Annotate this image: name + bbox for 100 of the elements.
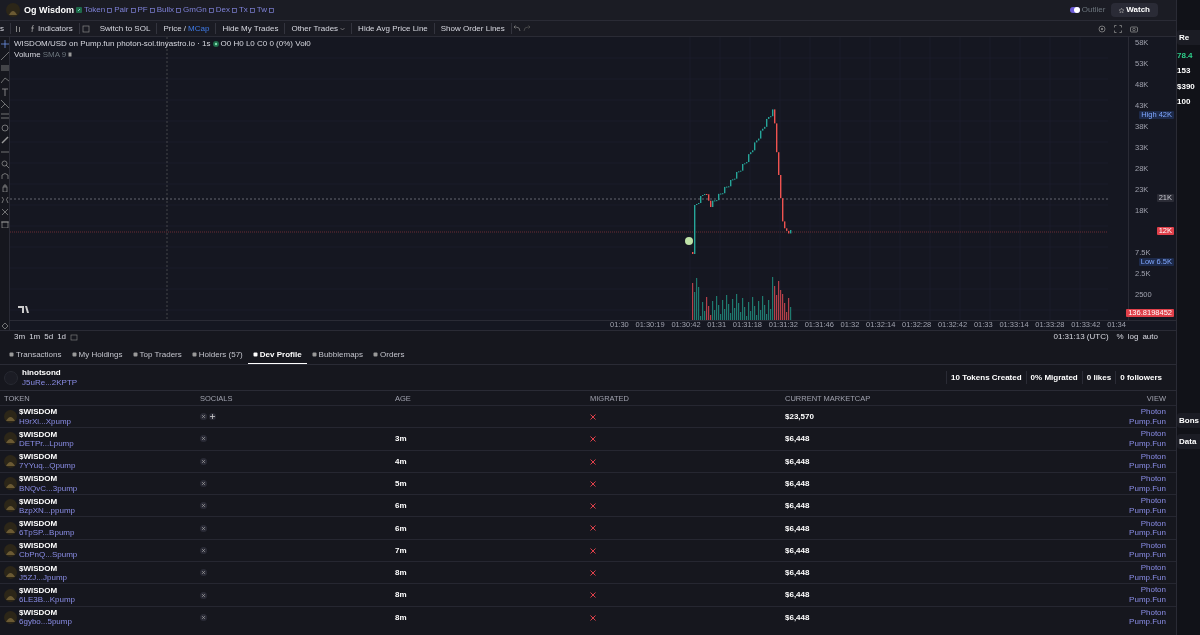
view-link[interactable]: Photon [1106, 585, 1166, 595]
toolbar-button[interactable]: Hide My Trades [216, 23, 286, 34]
tab[interactable]: Transactions [4, 345, 67, 364]
x-social-icon[interactable] [200, 546, 207, 554]
drawing-tool-icon[interactable] [0, 88, 9, 96]
scale-button[interactable]: % [1116, 331, 1124, 343]
camera-icon[interactable] [1130, 24, 1138, 33]
fullscreen-icon[interactable] [1114, 24, 1122, 33]
token-address[interactable]: BNQvC...3pump [19, 483, 78, 493]
view-link[interactable]: Pump.Fun [1106, 461, 1166, 471]
view-link[interactable]: Photon [1106, 451, 1166, 462]
token-address[interactable]: J5ZJ...Jpump [19, 572, 67, 582]
scale-button[interactable]: log [1127, 331, 1139, 343]
drawing-tool-icon[interactable] [0, 160, 9, 168]
toolbar-button[interactable]: Show Order Lines [434, 23, 512, 34]
token-address[interactable]: BzpXN...ppump [19, 505, 76, 515]
external-link[interactable]: Pair [114, 5, 136, 15]
view-link[interactable]: Photon [1106, 607, 1166, 618]
interval-button[interactable]: s [0, 23, 11, 34]
external-link-icon[interactable] [231, 7, 237, 13]
range-button[interactable]: 3m [14, 331, 26, 343]
watch-button[interactable]: Watch [1111, 3, 1158, 17]
external-link-icon[interactable] [269, 7, 274, 13]
view-link[interactable]: Pump.Fun [1106, 595, 1166, 605]
toolbar-button[interactable]: Switch to SOL [93, 23, 158, 34]
token-address[interactable]: 6gybo...5pump [19, 617, 72, 627]
drawing-tool-icon[interactable] [0, 76, 9, 84]
token-address[interactable]: H9rXi...Xpump [19, 416, 72, 426]
x-social-icon[interactable] [200, 569, 207, 577]
external-link-icon[interactable] [130, 7, 136, 13]
external-link[interactable]: Tw [256, 5, 274, 15]
caret-icon[interactable] [340, 26, 346, 31]
token-address[interactable]: 7YYuq...Qpump [19, 461, 76, 471]
x-social-icon[interactable] [200, 502, 207, 510]
external-link-icon[interactable] [176, 7, 182, 13]
view-link[interactable]: Pump.Fun [1106, 483, 1166, 494]
external-link-icon[interactable] [249, 7, 255, 13]
external-link[interactable]: PF [137, 5, 155, 15]
scale-button[interactable]: auto [1142, 331, 1158, 343]
drawing-tool-icon[interactable] [0, 184, 9, 192]
external-link[interactable]: GmGn [183, 5, 214, 15]
star-icon[interactable] [1119, 7, 1125, 13]
token-address[interactable]: 6LE3B...Kpump [19, 595, 76, 605]
function-icon[interactable] [31, 25, 36, 32]
range-button[interactable]: 1d [57, 331, 67, 343]
range-button[interactable]: 5d [44, 331, 54, 343]
toolbar-button[interactable]: Hide Avg Price Line [352, 23, 435, 34]
tab[interactable]: Orders [368, 345, 410, 364]
view-link[interactable]: Photon [1106, 518, 1166, 529]
x-social-icon[interactable] [200, 413, 207, 421]
view-link[interactable]: Photon [1106, 496, 1166, 506]
toolbar-button[interactable]: Other Trades [285, 23, 353, 34]
undo-icon[interactable] [511, 24, 522, 33]
tab[interactable]: Holders (57) [186, 345, 248, 364]
x-social-icon[interactable] [200, 613, 207, 621]
tab[interactable]: Top Traders [127, 345, 187, 364]
view-link[interactable]: Pump.Fun [1106, 550, 1166, 560]
token-address[interactable]: DETPr...Lpump [19, 438, 74, 449]
x-social-icon[interactable] [200, 591, 207, 599]
x-social-icon[interactable] [200, 524, 207, 532]
view-link[interactable]: Photon [1106, 429, 1166, 439]
view-link[interactable]: Pump.Fun [1106, 416, 1166, 427]
tab[interactable]: Bubblemaps [306, 345, 369, 364]
view-link[interactable]: Pump.Fun [1106, 572, 1166, 583]
wallet-address[interactable]: J5uRe...2KPTP [22, 377, 78, 387]
external-link[interactable]: Dex [215, 5, 237, 15]
drawing-tool-icon[interactable] [0, 100, 9, 108]
tab[interactable]: Dev Profile [247, 345, 307, 364]
external-link-icon[interactable] [208, 7, 214, 13]
range-button[interactable]: 1m [29, 331, 41, 343]
drawing-tool-icon[interactable] [0, 220, 9, 228]
drawing-tool-icon[interactable] [0, 196, 9, 204]
external-link-icon[interactable] [107, 7, 113, 13]
token-address[interactable]: 6TpSP...Bpump [19, 528, 75, 538]
view-link[interactable]: Pump.Fun [1106, 438, 1166, 449]
token-address[interactable]: CbPnQ...Spump [19, 550, 78, 560]
drawing-tool-icon[interactable] [0, 172, 9, 180]
external-link-icon[interactable] [149, 7, 155, 13]
x-social-icon[interactable] [200, 480, 207, 488]
drawing-tool-icon[interactable] [0, 52, 9, 60]
view-link[interactable]: Pump.Fun [1106, 528, 1166, 538]
toolbar-button[interactable]: Indicators [25, 23, 80, 34]
edit-icon[interactable] [75, 7, 82, 13]
tab[interactable]: My Holdings [66, 345, 128, 364]
external-link[interactable]: Bullx [156, 5, 182, 15]
view-link[interactable]: Photon [1106, 540, 1166, 551]
view-link[interactable]: Photon [1106, 473, 1166, 484]
outlier-toggle[interactable] [1069, 7, 1080, 13]
view-link[interactable]: Photon [1106, 407, 1166, 417]
eye-icon[interactable] [68, 52, 73, 58]
calendar-icon[interactable] [70, 333, 79, 341]
drawing-tool-icon[interactable] [0, 40, 9, 48]
view-link[interactable]: Pump.Fun [1106, 617, 1166, 627]
view-link[interactable]: Pump.Fun [1106, 505, 1166, 516]
external-link[interactable]: Tx [238, 5, 255, 15]
website-icon[interactable] [209, 413, 216, 421]
x-social-icon[interactable] [200, 457, 207, 465]
external-link[interactable]: Token [83, 5, 113, 15]
view-link[interactable]: Photon [1106, 563, 1166, 573]
trade-marker-icon[interactable] [685, 237, 693, 245]
